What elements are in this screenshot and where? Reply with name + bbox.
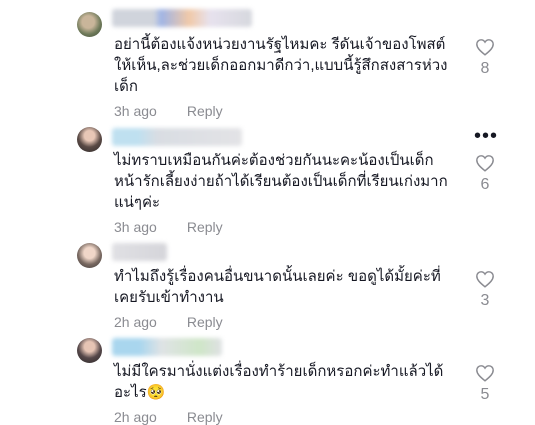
comment-text: ไม่มีใครมานั่งแต่งเรื่องทำร้ายเด็กหรอกค่… [114,363,444,401]
username-blurred[interactable] [112,9,252,27]
username-blurred[interactable] [112,128,242,146]
reply-button[interactable]: Reply [187,103,223,119]
avatar[interactable] [77,243,102,268]
like-button[interactable]: 3 [473,270,497,310]
like-button[interactable]: 6 [473,154,497,194]
like-button[interactable]: 5 [473,364,497,404]
comment-meta: 2h ago Reply [114,314,223,330]
like-button[interactable]: 8 [473,38,497,78]
more-options-icon[interactable]: ••• [474,126,498,146]
avatar[interactable] [77,127,102,152]
avatar[interactable] [77,338,102,363]
heart-outline-icon [476,39,494,56]
comment-timestamp: 3h ago [114,219,157,235]
heart-outline-icon [476,365,494,382]
like-count: 6 [480,176,490,193]
like-count: 8 [480,60,490,77]
reply-button[interactable]: Reply [187,219,223,235]
comment-meta: 3h ago Reply [114,219,223,235]
comment-meta: 2h ago Reply [114,409,223,425]
heart-outline-icon [476,155,494,172]
reply-button[interactable]: Reply [187,314,223,330]
comment-text: ทำไมถึงรู้เรื่องคนอื่นขนาดนั้นเลยค่ะ ขอด… [114,268,441,306]
username-blurred[interactable] [112,243,167,261]
username-blurred[interactable] [112,338,222,356]
comment-meta: 3h ago Reply [114,103,223,119]
comment-text: อย่านี้ต้องแจ้งหน่วยงานรัฐไหมคะ รีดันเจ้… [114,36,448,95]
avatar[interactable] [77,12,102,37]
comment-timestamp: 3h ago [114,103,157,119]
comment-timestamp: 2h ago [114,409,157,425]
like-count: 3 [480,292,490,309]
comment-text: ไม่ทราบเหมือนกันค่ะต้องช่วยกันนะคะน้องเป… [114,152,448,211]
comment-timestamp: 2h ago [114,314,157,330]
like-count: 5 [480,386,490,403]
reply-button[interactable]: Reply [187,409,223,425]
heart-outline-icon [476,271,494,288]
